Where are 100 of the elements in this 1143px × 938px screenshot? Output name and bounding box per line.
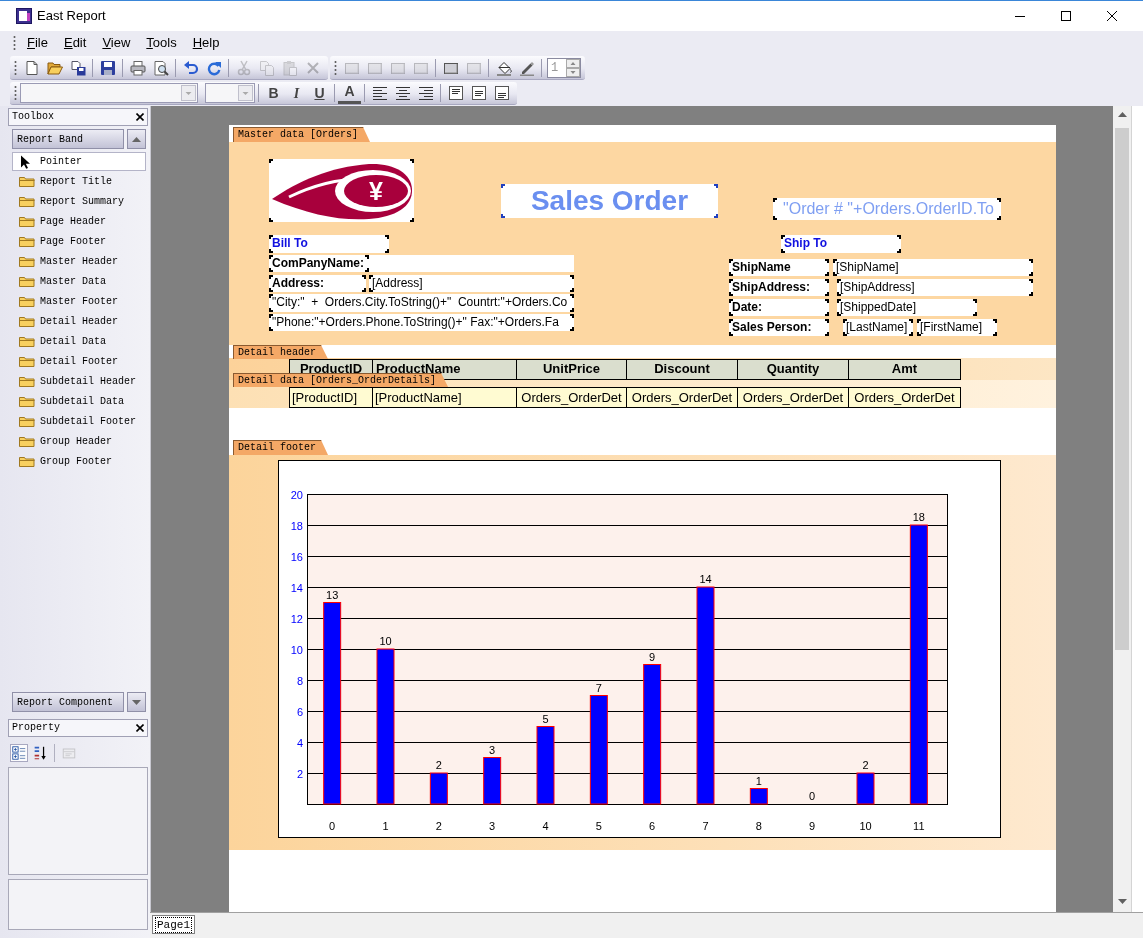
- x-axis-label: 8: [755, 820, 762, 832]
- x-axis-label: 1: [382, 820, 389, 832]
- pen-icon[interactable]: [518, 59, 535, 76]
- folder-icon: [19, 375, 35, 387]
- report-title: Sales Order: [501, 184, 718, 218]
- folder-icon: [19, 395, 35, 407]
- folder-icon: [19, 335, 35, 347]
- column-header: Discount: [626, 359, 738, 380]
- toolbox-item[interactable]: Master Data: [12, 271, 146, 291]
- close-icon[interactable]: [1107, 11, 1117, 21]
- x-axis-label: 11: [913, 820, 925, 832]
- field-value: [LastName]: [843, 319, 913, 336]
- field-label: ShipAddress:: [729, 279, 829, 296]
- printer-icon[interactable]: [129, 59, 146, 76]
- toolbox-item[interactable]: Group Footer: [12, 451, 146, 471]
- align-left-icon[interactable]: [371, 85, 388, 101]
- toolbox-item[interactable]: Group Header: [12, 431, 146, 451]
- value-label: 1: [755, 774, 762, 787]
- menu-item[interactable]: Edit: [55, 32, 95, 53]
- value-label: 0: [809, 790, 816, 802]
- toolbox-item[interactable]: Pointer: [12, 152, 146, 171]
- save-icon[interactable]: [99, 59, 116, 76]
- print-preview-icon[interactable]: [152, 59, 169, 76]
- redo-icon[interactable]: [205, 59, 222, 76]
- field-label: ComPanyName:: [269, 255, 369, 272]
- y-axis-label: 14: [290, 581, 303, 594]
- grip-icon[interactable]: [334, 59, 337, 76]
- value-label: 2: [862, 759, 869, 771]
- new-document-icon[interactable]: [23, 59, 40, 76]
- grip-icon[interactable]: [14, 85, 17, 101]
- text-middle-icon[interactable]: [470, 85, 487, 101]
- toolbox-item[interactable]: Master Footer: [12, 291, 146, 311]
- band-label: Master data [Orders]: [233, 127, 371, 142]
- triangle-down-icon: [132, 699, 141, 705]
- section-heading: Bill To: [269, 235, 389, 253]
- menu-item[interactable]: Tools: [138, 32, 185, 53]
- paint-bucket-icon[interactable]: [495, 59, 512, 76]
- toolbox-item[interactable]: Master Header: [12, 251, 146, 271]
- expand-button[interactable]: [127, 692, 146, 712]
- scrollbar-thumb[interactable]: [1115, 128, 1129, 650]
- align-right-icon[interactable]: [417, 85, 434, 101]
- value-label: 5: [542, 712, 549, 725]
- app-icon: [16, 8, 32, 24]
- toolbox-item[interactable]: Subdetail Footer: [12, 411, 146, 431]
- text-top-icon[interactable]: [447, 85, 464, 101]
- menu-item[interactable]: File: [19, 32, 56, 53]
- align-center-icon[interactable]: [394, 85, 411, 101]
- page-disk-icon[interactable]: [69, 59, 86, 76]
- toolbox-item[interactable]: Page Footer: [12, 231, 146, 251]
- close-icon[interactable]: [136, 113, 144, 121]
- triangle-up-icon[interactable]: [1117, 112, 1127, 117]
- toolbox-item[interactable]: Subdetail Data: [12, 391, 146, 411]
- folder-icon: [19, 455, 35, 467]
- toolbox-item[interactable]: Detail Header: [12, 311, 146, 331]
- data-cell: [ProductID]: [289, 387, 373, 408]
- value-label: 3: [489, 743, 496, 756]
- folder-icon: [19, 175, 35, 187]
- group-button[interactable]: Report Component: [12, 692, 124, 712]
- folder-icon: [19, 235, 35, 247]
- vertical-scrollbar[interactable]: [1113, 106, 1131, 912]
- menu-item[interactable]: View: [94, 32, 139, 53]
- toolbox-item[interactable]: Report Title: [12, 171, 146, 191]
- data-cell: Orders_OrderDet: [626, 387, 738, 408]
- y-axis-label: 12: [290, 612, 303, 625]
- bold-button[interactable]: B: [262, 82, 285, 104]
- text-bottom-icon[interactable]: [493, 85, 510, 101]
- y-axis-label: 10: [290, 643, 303, 656]
- toolbox-item[interactable]: Page Header: [12, 211, 146, 231]
- band-label: Detail data [Orders_OrderDetails]: [233, 373, 449, 387]
- group-button[interactable]: Report Band: [12, 129, 124, 149]
- grip-icon[interactable]: [13, 34, 16, 51]
- field-label: Sales Person:: [729, 319, 829, 336]
- folder-icon: [19, 415, 35, 427]
- field-value: [ShippedDate]: [837, 299, 977, 316]
- underline-button[interactable]: U: [308, 82, 331, 104]
- column-header: Quantity: [737, 359, 849, 380]
- toolbox-item[interactable]: Detail Data: [12, 331, 146, 351]
- triangle-up-icon: [132, 136, 141, 142]
- toolbox-item[interactable]: Report Summary: [12, 191, 146, 211]
- maximize-icon[interactable]: [1061, 11, 1071, 21]
- value-label: 7: [595, 681, 602, 694]
- value-label: 2: [435, 759, 442, 771]
- open-folder-icon[interactable]: [46, 59, 63, 76]
- x-axis-label: 9: [809, 820, 816, 832]
- folder-icon: [19, 195, 35, 207]
- y-axis-label: 20: [290, 488, 303, 501]
- column-header: UnitPrice: [516, 359, 627, 380]
- x-axis-label: 5: [595, 820, 602, 832]
- page-tab[interactable]: Page1: [152, 915, 195, 934]
- toolbox-item[interactable]: Subdetail Header: [12, 371, 146, 391]
- y-axis-label: 18: [290, 519, 303, 532]
- close-icon[interactable]: [136, 724, 144, 732]
- toolbox-item[interactable]: Detail Footer: [12, 351, 146, 371]
- grip-icon[interactable]: [14, 59, 17, 76]
- field-value: [FirstName]: [917, 319, 997, 336]
- collapse-button[interactable]: [127, 129, 146, 149]
- triangle-down-icon[interactable]: [1117, 899, 1127, 904]
- undo-icon[interactable]: [182, 59, 199, 76]
- menu-item[interactable]: Help: [184, 32, 228, 53]
- italic-button[interactable]: I: [285, 82, 308, 104]
